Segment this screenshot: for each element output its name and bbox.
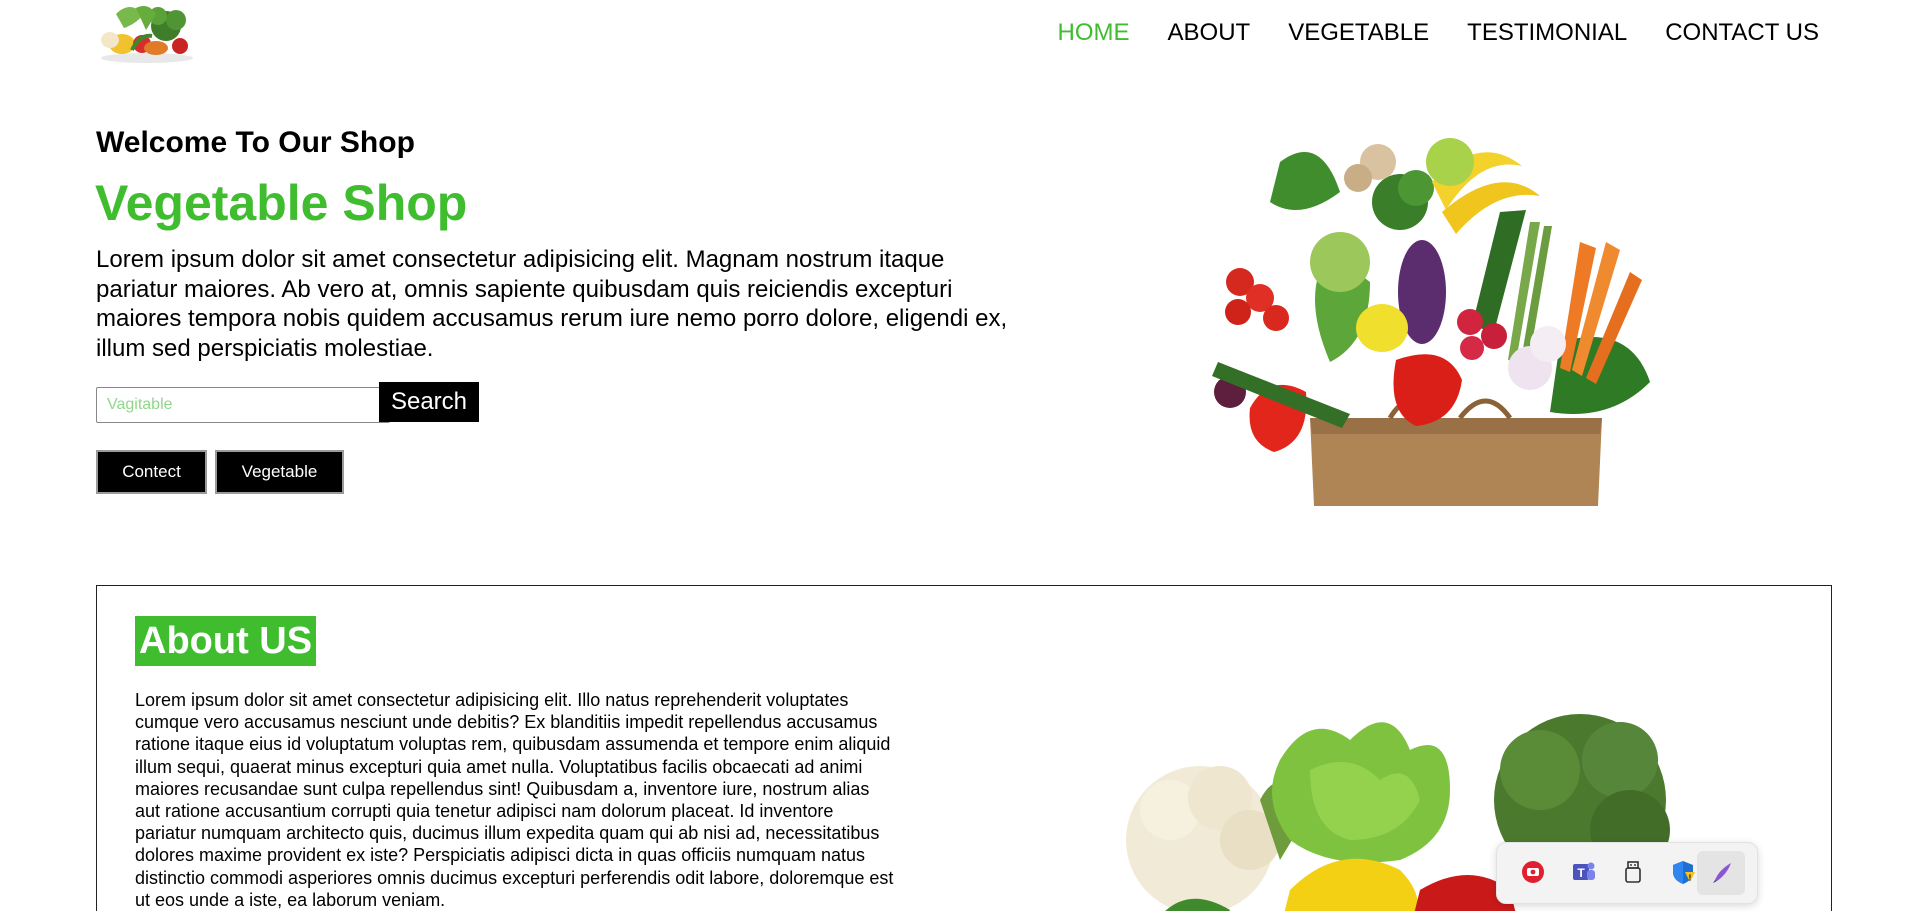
- nav-contact-us[interactable]: CONTACT US: [1665, 18, 1819, 48]
- vegetable-button[interactable]: Vegetable: [215, 450, 344, 494]
- contect-button[interactable]: Contect: [96, 450, 207, 494]
- about-paragraph: Lorem ipsum dolor sit amet consectetur a…: [135, 690, 894, 910]
- nav-testimonial[interactable]: TESTIMONIAL: [1467, 18, 1627, 48]
- logo[interactable]: [96, 0, 198, 64]
- vegetable-bag-image: [1212, 138, 1650, 506]
- svg-text:!: !: [1689, 874, 1692, 883]
- nav-home[interactable]: HOME: [1058, 18, 1130, 48]
- page-title: Vegetable Shop: [95, 175, 468, 231]
- nav-vegetable[interactable]: VEGETABLE: [1288, 18, 1429, 48]
- page: HOME ABOUT VEGETABLE TESTIMONIAL CONTACT…: [0, 0, 1908, 911]
- taskbar-tray-popup: T !: [1496, 842, 1758, 904]
- search-button[interactable]: Search: [379, 382, 479, 422]
- pen-icon[interactable]: [1709, 858, 1737, 886]
- teams-icon[interactable]: T: [1569, 858, 1597, 886]
- search-input[interactable]: [96, 387, 390, 423]
- intro-paragraph: Lorem ipsum dolor sit amet consectetur a…: [96, 246, 1008, 362]
- record-icon[interactable]: [1519, 858, 1547, 886]
- main-nav: HOME ABOUT VEGETABLE TESTIMONIAL CONTACT…: [1058, 18, 1819, 48]
- usb-drive-icon[interactable]: [1619, 858, 1647, 886]
- welcome-heading: Welcome To Our Shop: [96, 126, 415, 159]
- security-shield-icon[interactable]: !: [1669, 858, 1697, 886]
- nav-about[interactable]: ABOUT: [1168, 18, 1251, 48]
- svg-text:T: T: [1577, 866, 1585, 880]
- about-title: About US: [135, 616, 317, 666]
